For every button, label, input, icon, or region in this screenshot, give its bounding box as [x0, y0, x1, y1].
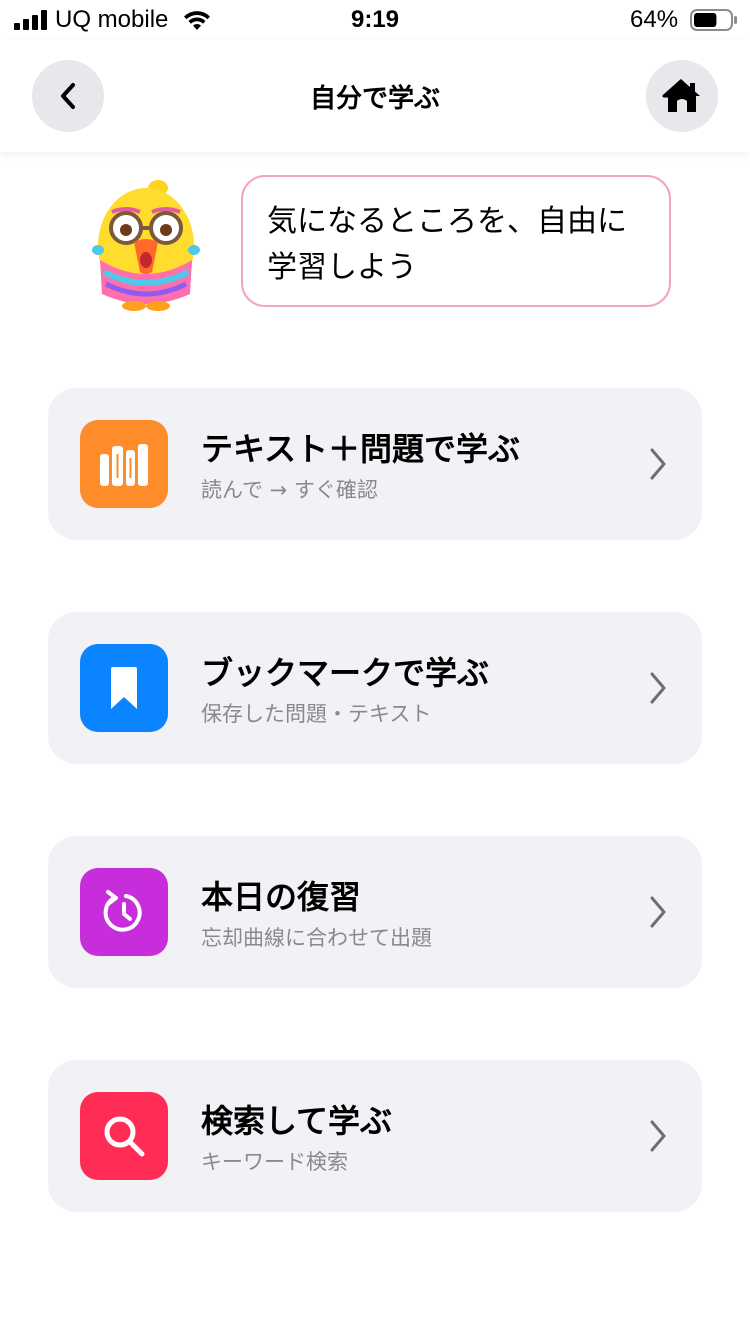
- menu-item-subtitle: 読んで → すぐ確認: [201, 478, 378, 502]
- review-icon: [80, 868, 168, 956]
- home-icon: [662, 78, 700, 112]
- chevron-right-icon: [650, 896, 666, 928]
- menu-item-search[interactable]: 検索して学ぶ キーワード検索: [48, 1060, 702, 1212]
- bookmark-icon: [80, 644, 168, 732]
- navigation-bar: 自分で学ぶ: [0, 40, 750, 152]
- menu-item-title: 検索して学ぶ: [201, 1102, 393, 1140]
- menu-item-title: ブックマークで学ぶ: [201, 654, 490, 692]
- page-title: 自分で学ぶ: [309, 84, 440, 114]
- menu-item-subtitle: 保存した問題・テキスト: [201, 702, 432, 726]
- books-icon: [80, 420, 168, 508]
- status-bar: UQ mobile 9:19 64%: [0, 0, 750, 40]
- speech-bubble: 気になるところを、自由に学習しよう: [241, 175, 671, 307]
- search-icon: [80, 1092, 168, 1180]
- chevron-right-icon: [650, 448, 666, 480]
- mascot-bird-image: [92, 180, 200, 311]
- chevron-right-icon: [650, 1120, 666, 1152]
- chevron-right-icon: [650, 672, 666, 704]
- menu-item-bookmarks[interactable]: ブックマークで学ぶ 保存した問題・テキスト: [48, 612, 702, 764]
- battery-icon: [690, 9, 737, 31]
- menu-item-title: 本日の復習: [201, 878, 362, 916]
- menu-item-title: テキスト＋問題で学ぶ: [201, 430, 521, 468]
- battery-percent: 64%: [630, 6, 679, 33]
- menu-item-subtitle: 忘却曲線に合わせて出題: [201, 926, 432, 950]
- menu-item-todays-review[interactable]: 本日の復習 忘却曲線に合わせて出題: [48, 836, 702, 988]
- home-button[interactable]: [646, 60, 718, 132]
- menu-item-text-and-questions[interactable]: テキスト＋問題で学ぶ 読んで → すぐ確認: [48, 388, 702, 540]
- menu-item-subtitle: キーワード検索: [201, 1150, 348, 1174]
